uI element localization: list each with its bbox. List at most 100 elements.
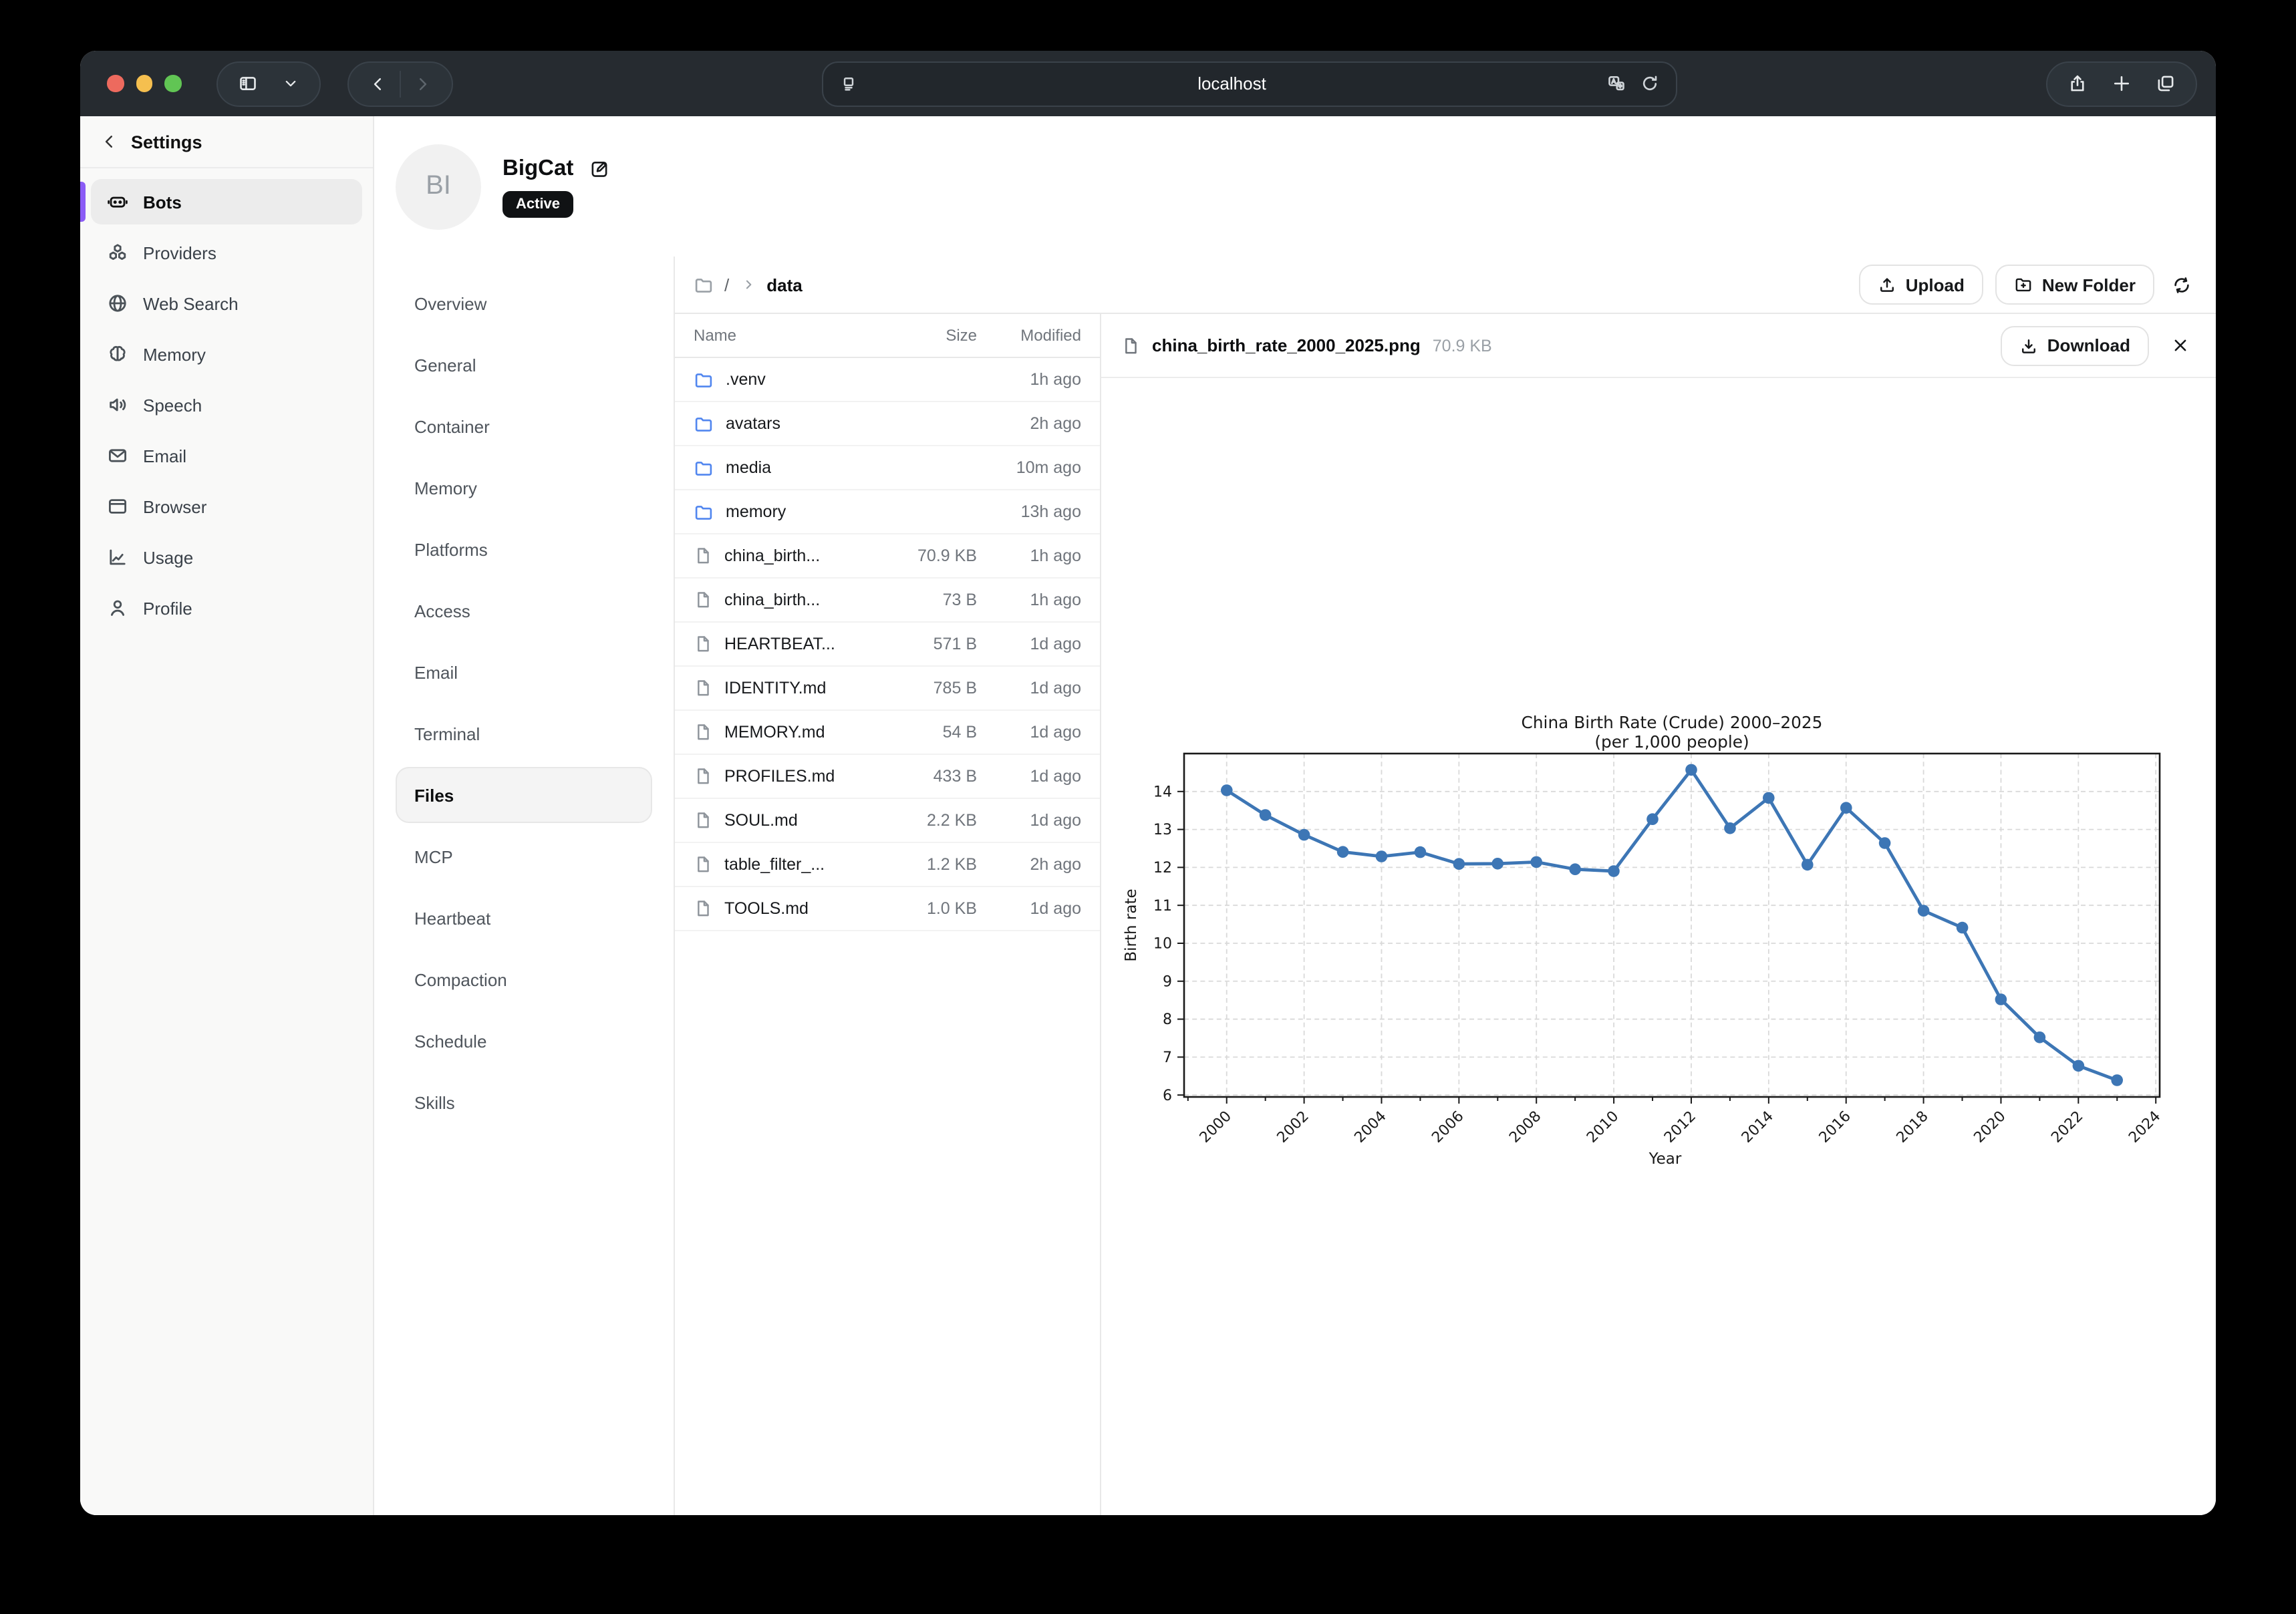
- file-name: IDENTITY.md: [724, 679, 826, 697]
- tab-terminal[interactable]: Terminal: [396, 705, 652, 762]
- table-row[interactable]: memory13h ago: [675, 490, 1100, 534]
- svg-text:14: 14: [1153, 783, 1172, 800]
- sidebar-item-providers[interactable]: Providers: [91, 230, 362, 275]
- download-icon: [2019, 336, 2038, 355]
- file-name: avatars: [726, 414, 780, 433]
- file-modified: 1d ago: [977, 899, 1081, 918]
- tab-group-chevron-button[interactable]: [269, 62, 311, 105]
- tab-heartbeat[interactable]: Heartbeat: [396, 890, 652, 946]
- file-modified: 1h ago: [977, 546, 1081, 565]
- file-modified: 1d ago: [977, 723, 1081, 742]
- file-name: SOUL.md: [724, 811, 798, 830]
- new-folder-button[interactable]: New Folder: [1995, 265, 2154, 305]
- table-row[interactable]: media10m ago: [675, 446, 1100, 490]
- file-size: 433 B: [883, 767, 977, 786]
- sidebar-item-web-search[interactable]: Web Search: [91, 281, 362, 326]
- upload-button[interactable]: Upload: [1859, 265, 1983, 305]
- sidebar-toggle-group: [216, 61, 320, 106]
- close-preview-button[interactable]: [2165, 330, 2196, 361]
- table-row[interactable]: SOUL.md2.2 KB1d ago: [675, 799, 1100, 843]
- file-name: PROFILES.md: [724, 767, 835, 786]
- window-controls: [99, 75, 181, 92]
- column-modified[interactable]: Modified: [977, 326, 1081, 345]
- tab-label: Memory: [414, 478, 477, 498]
- tab-skills[interactable]: Skills: [396, 1074, 652, 1130]
- sidebar-item-profile[interactable]: Profile: [91, 585, 362, 631]
- forward-button[interactable]: [400, 62, 443, 105]
- sidebar-item-email[interactable]: Email: [91, 433, 362, 478]
- tab-compaction[interactable]: Compaction: [396, 951, 652, 1007]
- sidebar-item-usage[interactable]: Usage: [91, 534, 362, 580]
- new-tab-button[interactable]: [2100, 62, 2144, 105]
- translate-icon[interactable]: [1606, 73, 1626, 94]
- table-row[interactable]: HEARTBEAT...571 B1d ago: [675, 623, 1100, 667]
- sidebar-toggle-icon: [237, 73, 257, 94]
- table-row[interactable]: china_birth...73 B1h ago: [675, 579, 1100, 623]
- tab-container[interactable]: Container: [396, 398, 652, 454]
- close-icon: [2170, 335, 2190, 355]
- share-button[interactable]: [2055, 62, 2100, 105]
- tab-mcp[interactable]: MCP: [396, 828, 652, 884]
- table-row[interactable]: china_birth...70.9 KB1h ago: [675, 534, 1100, 579]
- sidebar-item-label: Email: [143, 446, 186, 466]
- file-modified: 1h ago: [977, 591, 1081, 609]
- bot-header: BI BigCat Active: [374, 116, 2216, 257]
- svg-text:12: 12: [1153, 859, 1172, 876]
- reload-icon[interactable]: [1640, 73, 1660, 94]
- table-row[interactable]: .venv1h ago: [675, 358, 1100, 402]
- file-size: 73 B: [883, 591, 977, 609]
- tab-schedule[interactable]: Schedule: [396, 1013, 652, 1069]
- tab-access[interactable]: Access: [396, 583, 652, 639]
- breadcrumb-current[interactable]: data: [766, 275, 802, 295]
- tab-overview[interactable]: Overview: [396, 275, 652, 331]
- file-name: china_birth...: [724, 546, 820, 565]
- file-icon: [694, 767, 712, 786]
- download-button[interactable]: Download: [2001, 325, 2149, 365]
- sidebar-toggle-button[interactable]: [225, 62, 269, 105]
- back-button[interactable]: [356, 62, 399, 105]
- tab-files[interactable]: Files: [396, 767, 652, 823]
- file-icon: [694, 546, 712, 565]
- tab-platforms[interactable]: Platforms: [396, 521, 652, 577]
- reader-icon[interactable]: [839, 74, 858, 93]
- table-row[interactable]: table_filter_...1.2 KB2h ago: [675, 843, 1100, 887]
- providers-icon: [107, 242, 128, 263]
- table-row[interactable]: TOOLS.md1.0 KB1d ago: [675, 887, 1100, 931]
- back-chevron-icon[interactable]: [100, 132, 119, 151]
- url-text: localhost: [858, 73, 1606, 94]
- column-size[interactable]: Size: [883, 326, 977, 345]
- edit-icon[interactable]: [589, 158, 609, 178]
- table-row[interactable]: avatars 2h ago: [675, 402, 1100, 446]
- tab-email[interactable]: Email: [396, 644, 652, 700]
- folder-icon: [694, 369, 714, 389]
- close-window-button[interactable]: [107, 75, 124, 92]
- table-row[interactable]: PROFILES.md433 B1d ago: [675, 755, 1100, 799]
- file-icon: [694, 679, 712, 697]
- svg-text:11: 11: [1153, 897, 1172, 914]
- sidebar-item-speech[interactable]: Speech: [91, 382, 362, 428]
- tab-overview-button[interactable]: [2144, 62, 2188, 105]
- file-modified: 1d ago: [977, 679, 1081, 697]
- tab-general[interactable]: General: [396, 337, 652, 393]
- refresh-button[interactable]: [2166, 269, 2197, 300]
- share-icon: [2067, 73, 2088, 94]
- file-modified: 2h ago: [977, 414, 1081, 433]
- svg-text:10: 10: [1153, 935, 1172, 952]
- table-row[interactable]: IDENTITY.md785 B1d ago: [675, 667, 1100, 711]
- breadcrumb-root[interactable]: /: [724, 275, 729, 295]
- column-name[interactable]: Name: [694, 326, 883, 345]
- folder-icon[interactable]: [694, 275, 714, 295]
- address-bar[interactable]: localhost: [822, 61, 1677, 106]
- speaker-icon: [107, 394, 128, 416]
- file-size: 571 B: [883, 635, 977, 653]
- tab-memory[interactable]: Memory: [396, 460, 652, 516]
- bot-settings-nav: Overview GeneralContainer Memory Platforms A…: [374, 257, 674, 1515]
- sidebar-item-bots[interactable]: Bots: [91, 179, 362, 224]
- zoom-window-button[interactable]: [164, 75, 181, 92]
- minimize-window-button[interactable]: [136, 75, 152, 92]
- sidebar-item-browser[interactable]: Browser: [91, 484, 362, 529]
- breadcrumb: / data: [694, 275, 803, 295]
- sidebar-item-memory[interactable]: Memory: [91, 331, 362, 377]
- table-row[interactable]: MEMORY.md54 B1d ago: [675, 711, 1100, 755]
- tab-label: Heartbeat: [414, 908, 490, 928]
